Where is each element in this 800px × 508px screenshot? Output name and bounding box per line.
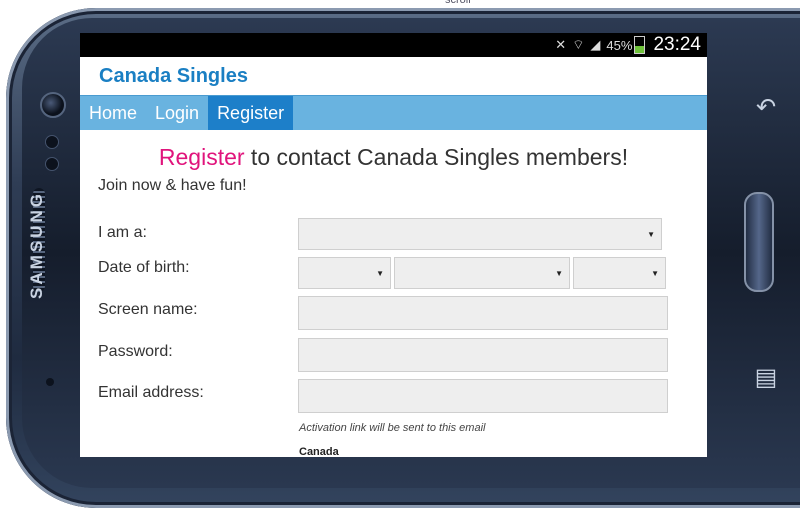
screen-name-label: Screen name: xyxy=(98,301,198,318)
scroll-label: scroll xyxy=(445,0,471,6)
password-label: Password: xyxy=(98,343,173,360)
country-label: Canada xyxy=(299,446,339,457)
sensor-icon xyxy=(45,157,59,171)
page-title: Register to contact Canada Singles membe… xyxy=(80,144,707,171)
sensor-icon xyxy=(46,378,54,386)
home-button[interactable] xyxy=(744,192,774,292)
wifi-icon: ⌔ xyxy=(572,37,585,52)
site-title[interactable]: Canada Singles xyxy=(80,57,707,95)
email-input[interactable] xyxy=(298,379,668,413)
nav-home[interactable]: Home xyxy=(80,96,146,130)
screen-name-input[interactable] xyxy=(298,296,668,330)
i-am-label: I am a: xyxy=(98,224,147,241)
camera-icon xyxy=(40,92,66,118)
brand-logo: SAMSUNG xyxy=(27,191,46,299)
phone-frame: scroll SAMSUNG ↶ ▤ ✕ ⌔ ◢ 45% 23:24 Canad… xyxy=(0,0,800,508)
screen: ✕ ⌔ ◢ 45% 23:24 Canada Singles Home Logi… xyxy=(80,33,707,457)
dropdown-arrow-icon: ▼ xyxy=(647,229,655,239)
dob-year-select[interactable]: ▼ xyxy=(573,257,666,289)
mute-icon: ✕ xyxy=(555,37,567,52)
password-input[interactable] xyxy=(298,338,668,372)
email-hint: Activation link will be sent to this ema… xyxy=(299,422,486,434)
nav-bar: Home Login Register xyxy=(80,95,707,130)
gender-select[interactable]: ▼ xyxy=(298,218,662,250)
battery-percent: 45% xyxy=(606,37,633,53)
dob-month-select[interactable]: ▼ xyxy=(394,257,570,289)
subtitle: Join now & have fun! xyxy=(98,177,247,194)
signal-icon: ◢ xyxy=(590,37,601,52)
clock: 23:24 xyxy=(653,34,701,55)
dropdown-arrow-icon: ▼ xyxy=(555,268,563,278)
dropdown-arrow-icon: ▼ xyxy=(376,268,384,278)
dob-label: Date of birth: xyxy=(98,259,190,276)
dob-day-select[interactable]: ▼ xyxy=(298,257,391,289)
headline-accent: Register xyxy=(158,144,245,170)
status-bar: ✕ ⌔ ◢ 45% 23:24 xyxy=(80,33,707,57)
sensor-icon xyxy=(45,135,59,149)
battery-icon xyxy=(634,36,646,54)
headline-rest: to contact Canada Singles members! xyxy=(244,144,629,170)
nav-login[interactable]: Login xyxy=(146,96,208,130)
nav-register[interactable]: Register xyxy=(208,96,294,130)
back-key-icon[interactable]: ↶ xyxy=(754,96,778,120)
menu-key-icon[interactable]: ▤ xyxy=(754,366,778,390)
dropdown-arrow-icon: ▼ xyxy=(651,268,659,278)
email-label: Email address: xyxy=(98,384,204,401)
